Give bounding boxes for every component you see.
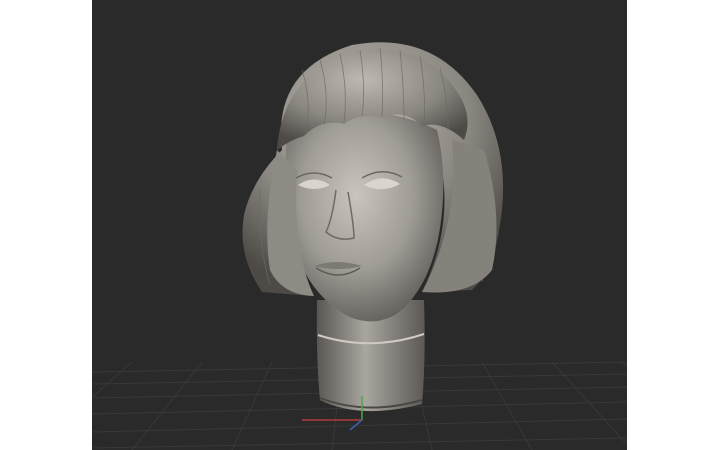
viewport-canvas[interactable] — [92, 0, 627, 450]
3d-viewport[interactable] — [92, 0, 627, 450]
app-window — [0, 0, 720, 450]
